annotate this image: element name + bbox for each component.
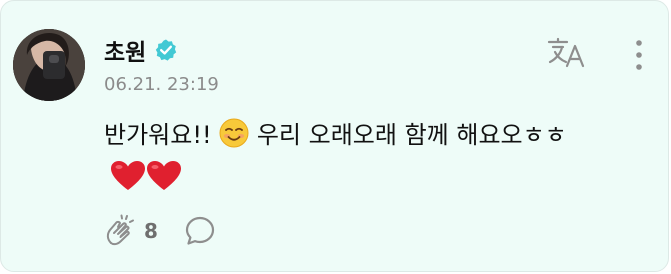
avatar-photo bbox=[13, 29, 85, 101]
red-heart-emoji bbox=[111, 161, 181, 190]
comment-button[interactable] bbox=[184, 215, 216, 247]
author-name[interactable]: 초원 bbox=[104, 33, 146, 67]
author-row: 초원 bbox=[104, 33, 178, 67]
post-timestamp: 06.21. 23:19 bbox=[104, 74, 219, 95]
message-text-part-1: 반가워요!! bbox=[104, 121, 220, 149]
author-avatar[interactable] bbox=[13, 29, 85, 101]
clap-like-icon bbox=[106, 214, 134, 246]
translate-button[interactable] bbox=[545, 35, 589, 71]
smiling-face-emoji bbox=[219, 118, 249, 148]
post-message: 반가워요!! 우리 오래오래 함께 해요오ㅎㅎ bbox=[104, 113, 629, 201]
like-button[interactable]: 8 bbox=[102, 213, 158, 249]
comment-bubble-icon bbox=[185, 216, 215, 245]
verified-badge-icon bbox=[156, 39, 177, 61]
more-vertical-icon bbox=[636, 40, 642, 70]
like-count: 8 bbox=[144, 219, 158, 243]
translate-icon bbox=[547, 37, 585, 68]
more-options-button[interactable] bbox=[625, 37, 653, 73]
post-card: 초원 06.21. 23:19 반가워요!! 우리 오래오래 함께 해요오ㅎㅎ … bbox=[0, 0, 669, 272]
message-text-part-2: 우리 오래오래 함께 해요오ㅎㅎ bbox=[249, 121, 567, 149]
post-actions: 8 bbox=[102, 213, 216, 249]
